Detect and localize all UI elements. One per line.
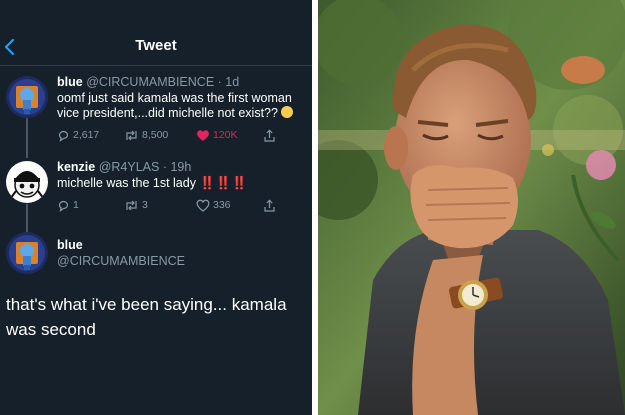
like-icon bbox=[196, 199, 210, 212]
retweet-button[interactable]: 8,500 bbox=[124, 127, 168, 143]
reply-button[interactable]: 1 bbox=[57, 197, 79, 213]
reply-count: 1 bbox=[73, 199, 79, 211]
tweet-author-name[interactable]: kenzie bbox=[57, 160, 95, 174]
tweet[interactable]: kenzie @R4YLAS · 19h michelle was the 1s… bbox=[57, 160, 309, 191]
like-button[interactable]: 336 bbox=[196, 197, 231, 213]
reply-count: 2,617 bbox=[73, 129, 100, 141]
tweet-actions: 1 3 336 bbox=[57, 197, 287, 213]
retweet-count: 3 bbox=[142, 199, 148, 211]
like-count: 336 bbox=[213, 199, 231, 211]
retweet-count: 8,500 bbox=[142, 129, 169, 141]
tweet-text: michelle was the 1st lady bbox=[57, 176, 196, 190]
reply-button[interactable]: 2,617 bbox=[57, 127, 99, 143]
reaction-photo bbox=[318, 0, 625, 415]
avatar[interactable] bbox=[6, 232, 48, 274]
like-icon bbox=[197, 129, 209, 141]
emphasis-marks: ‼️‼️‼️ bbox=[199, 176, 248, 190]
share-button[interactable] bbox=[263, 197, 276, 213]
main-tweet-text: that's what i've been saying... kamala w… bbox=[6, 295, 287, 339]
retweet-button[interactable]: 3 bbox=[124, 197, 148, 213]
reply-icon bbox=[58, 200, 69, 212]
tweet-author-name[interactable]: blue bbox=[57, 75, 83, 89]
avatar[interactable] bbox=[6, 76, 48, 118]
like-button[interactable]: 120K bbox=[196, 127, 238, 143]
thread-line bbox=[26, 118, 28, 158]
main-tweet-author-handle[interactable]: @CIRCUMAMBIENCE bbox=[57, 254, 185, 268]
main-tweet-author-name[interactable]: blue bbox=[57, 238, 83, 252]
retweet-icon bbox=[126, 200, 137, 210]
avatar[interactable] bbox=[6, 161, 48, 203]
retweet-icon bbox=[126, 130, 137, 140]
tweet-text: oomf just said kamala was the first woma… bbox=[57, 91, 292, 120]
tweet-time: · 19h bbox=[159, 160, 192, 174]
page-title: Tweet bbox=[135, 37, 177, 54]
share-icon bbox=[264, 128, 275, 142]
top-bar: Tweet bbox=[0, 0, 312, 66]
tweet-actions: 2,617 8,500 120K bbox=[57, 127, 287, 143]
tweet-time: · 1d bbox=[214, 75, 240, 89]
crying-laughing-emoji-icon bbox=[281, 106, 294, 118]
share-icon bbox=[264, 198, 275, 212]
reply-icon bbox=[58, 130, 69, 142]
tweet-author-handle[interactable]: @R4YLAS bbox=[99, 160, 160, 174]
tweet-author-handle[interactable]: @CIRCUMAMBIENCE bbox=[86, 75, 214, 89]
like-count: 120K bbox=[213, 129, 238, 141]
thread-line bbox=[26, 204, 28, 232]
share-button[interactable] bbox=[263, 127, 276, 143]
tweet-screenshot: Tweet blue @CIRCUMAMBIENCE · 1d oomf jus… bbox=[0, 0, 312, 415]
tweet[interactable]: blue @CIRCUMAMBIENCE · 1d oomf just said… bbox=[57, 75, 309, 121]
